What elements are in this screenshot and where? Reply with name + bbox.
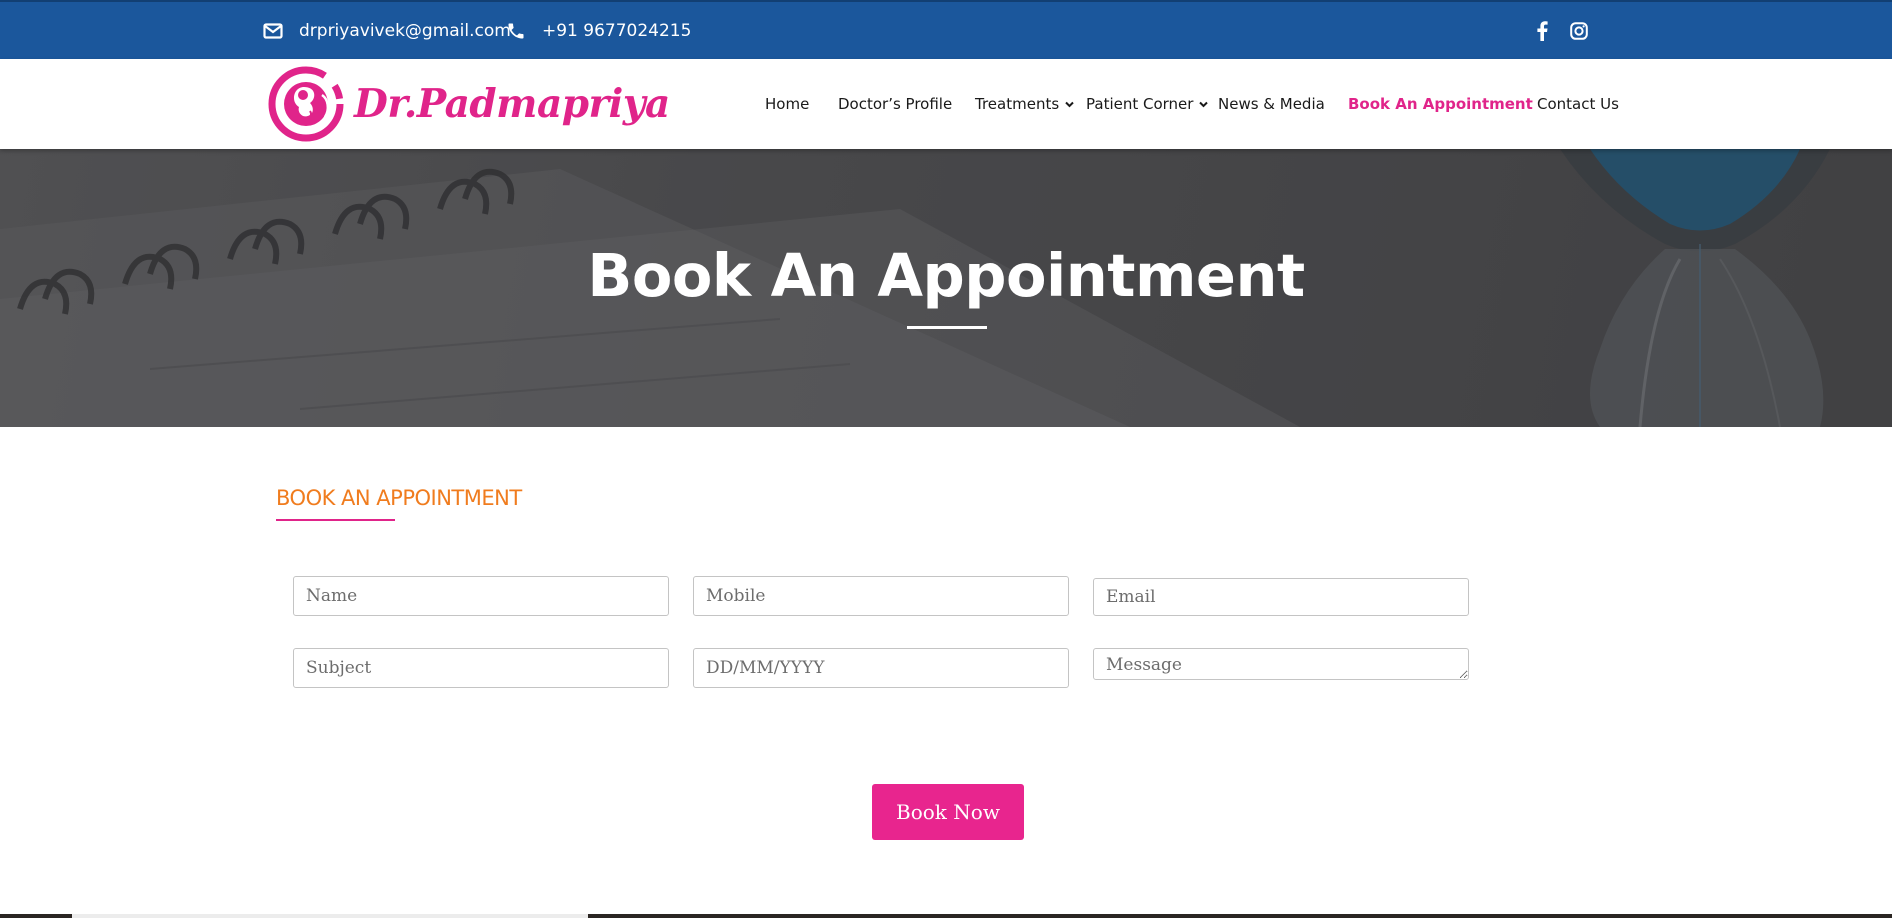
- instagram-link[interactable]: [1570, 2, 1588, 59]
- phone-text: +91 9677024215: [542, 20, 692, 41]
- email-input[interactable]: [1093, 578, 1469, 616]
- phone-icon: [508, 23, 524, 38]
- nav-book-appointment[interactable]: Book An Appointment: [1348, 59, 1533, 149]
- subject-input[interactable]: [293, 648, 669, 688]
- nav-treatments[interactable]: Treatments: [975, 59, 1074, 149]
- mobile-input[interactable]: [693, 576, 1069, 616]
- footer-edge-highlight: [72, 914, 588, 918]
- nav-contact-us-label: Contact Us: [1537, 95, 1619, 113]
- book-now-button[interactable]: Book Now: [872, 784, 1024, 840]
- footer-edge: [0, 914, 1892, 918]
- nav-home[interactable]: Home: [765, 59, 809, 149]
- fetus-logo-icon: [268, 66, 344, 142]
- name-input[interactable]: [293, 576, 669, 616]
- phone-contact[interactable]: +91 9677024215: [506, 2, 691, 59]
- chevron-down-icon: [1199, 101, 1209, 107]
- facebook-link[interactable]: [1536, 2, 1548, 59]
- instagram-icon: [1570, 21, 1588, 40]
- hero-banner: Book An Appointment: [0, 149, 1892, 427]
- section-heading-underline: [276, 519, 395, 521]
- nav-patient-corner-label: Patient Corner: [1086, 95, 1194, 113]
- nav-contact-us[interactable]: Contact Us: [1537, 59, 1619, 149]
- email-contact[interactable]: drpriyavivek@gmail.com: [263, 2, 511, 59]
- date-input[interactable]: [693, 648, 1069, 688]
- title-underline: [907, 326, 987, 329]
- email-text: drpriyavivek@gmail.com: [299, 20, 511, 41]
- nav-news-media[interactable]: News & Media: [1218, 59, 1325, 149]
- nav-book-appointment-label: Book An Appointment: [1348, 95, 1533, 113]
- page-title: Book An Appointment: [587, 241, 1305, 310]
- nav-doctors-profile-label: Doctor’s Profile: [838, 95, 953, 113]
- nav-patient-corner[interactable]: Patient Corner: [1086, 59, 1209, 149]
- section-heading: BOOK AN APPOINTMENT: [276, 486, 522, 510]
- nav-treatments-label: Treatments: [975, 95, 1060, 113]
- logo-text: Dr.Padmapriya: [354, 81, 670, 127]
- site-logo[interactable]: Dr.Padmapriya: [266, 65, 670, 143]
- chevron-down-icon: [1065, 101, 1074, 107]
- message-textarea[interactable]: [1093, 648, 1469, 680]
- nav-news-media-label: News & Media: [1218, 95, 1325, 113]
- nav-doctors-profile[interactable]: Doctor’s Profile: [838, 59, 952, 149]
- nav-home-label: Home: [765, 95, 810, 113]
- site-header: Dr.Padmapriya Home Doctor’s Profile Trea…: [0, 59, 1892, 149]
- top-contact-bar: drpriyavivek@gmail.com +91 9677024215: [0, 0, 1892, 59]
- envelope-icon: [263, 22, 283, 39]
- facebook-icon: [1537, 20, 1548, 41]
